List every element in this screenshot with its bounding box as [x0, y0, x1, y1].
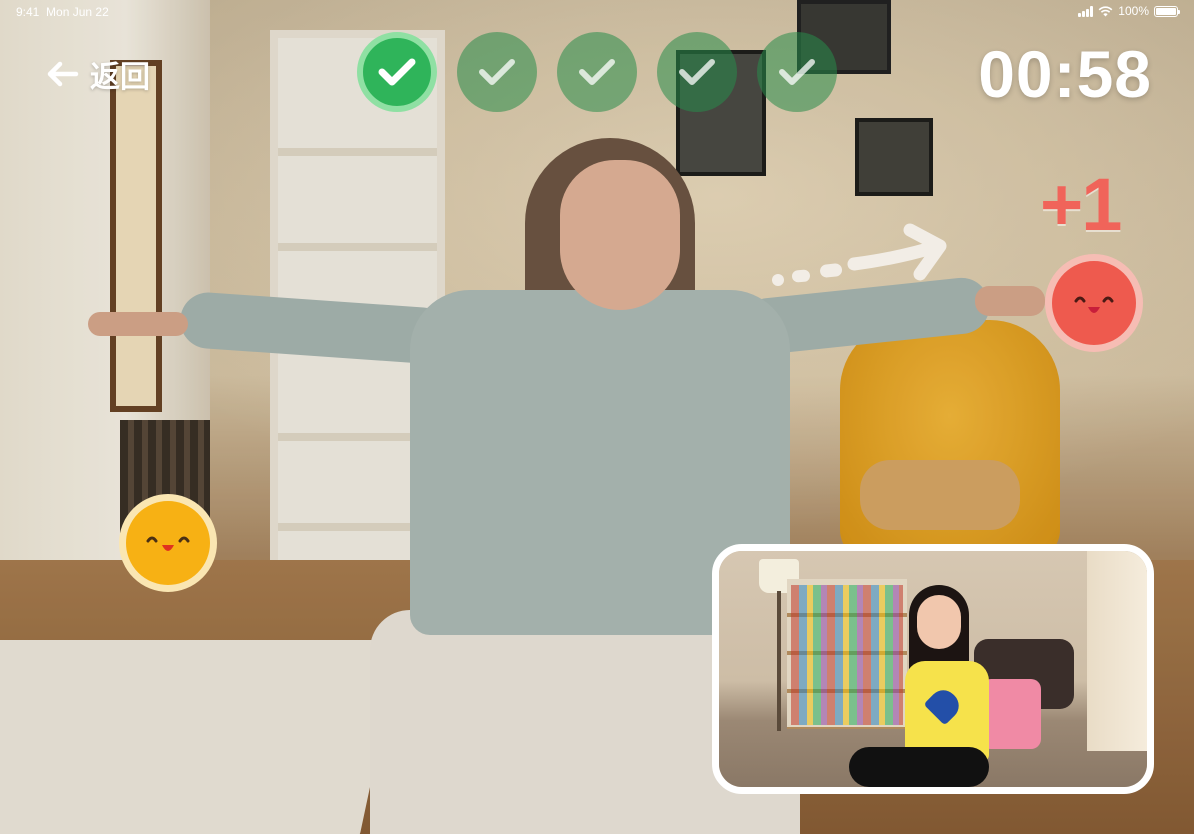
status-right: 100% [1078, 4, 1180, 18]
child-legs [849, 747, 989, 787]
camera-preview [712, 544, 1154, 794]
progress-step-1 [357, 32, 437, 112]
progress-step-5 [757, 32, 837, 112]
status-date: Mon Jun 22 [46, 5, 109, 19]
status-time-date: 9:41 Mon Jun 22 [16, 5, 109, 19]
arrow-left-icon [47, 61, 79, 87]
smiley-icon [146, 536, 190, 551]
exercise-progress [357, 32, 837, 112]
signal-icon [1078, 5, 1094, 17]
progress-step-3 [557, 32, 637, 112]
battery-percent: 100% [1118, 4, 1149, 18]
motion-arrow-icon [772, 223, 947, 286]
back-label: 返回 [90, 61, 150, 94]
progress-step-2 [457, 32, 537, 112]
progress-step-4 [657, 32, 737, 112]
red-face-target [1045, 254, 1143, 352]
check-icon [378, 58, 416, 86]
battery-icon [1154, 5, 1180, 17]
smiley-icon [1074, 296, 1114, 313]
score-gain: +1 [1040, 163, 1122, 246]
pip-chair [981, 679, 1041, 749]
status-bar: 9:41 Mon Jun 22 100% [0, 0, 1194, 24]
check-icon [579, 59, 615, 85]
check-icon [779, 59, 815, 85]
wifi-icon [1098, 5, 1113, 16]
countdown-timer: 00:58 [978, 37, 1152, 111]
status-time: 9:41 [16, 5, 40, 19]
yellow-face-target [119, 494, 217, 592]
child-face [917, 595, 961, 649]
check-icon [479, 59, 515, 85]
check-icon [679, 59, 715, 85]
back-button[interactable]: 返回 [46, 52, 150, 96]
